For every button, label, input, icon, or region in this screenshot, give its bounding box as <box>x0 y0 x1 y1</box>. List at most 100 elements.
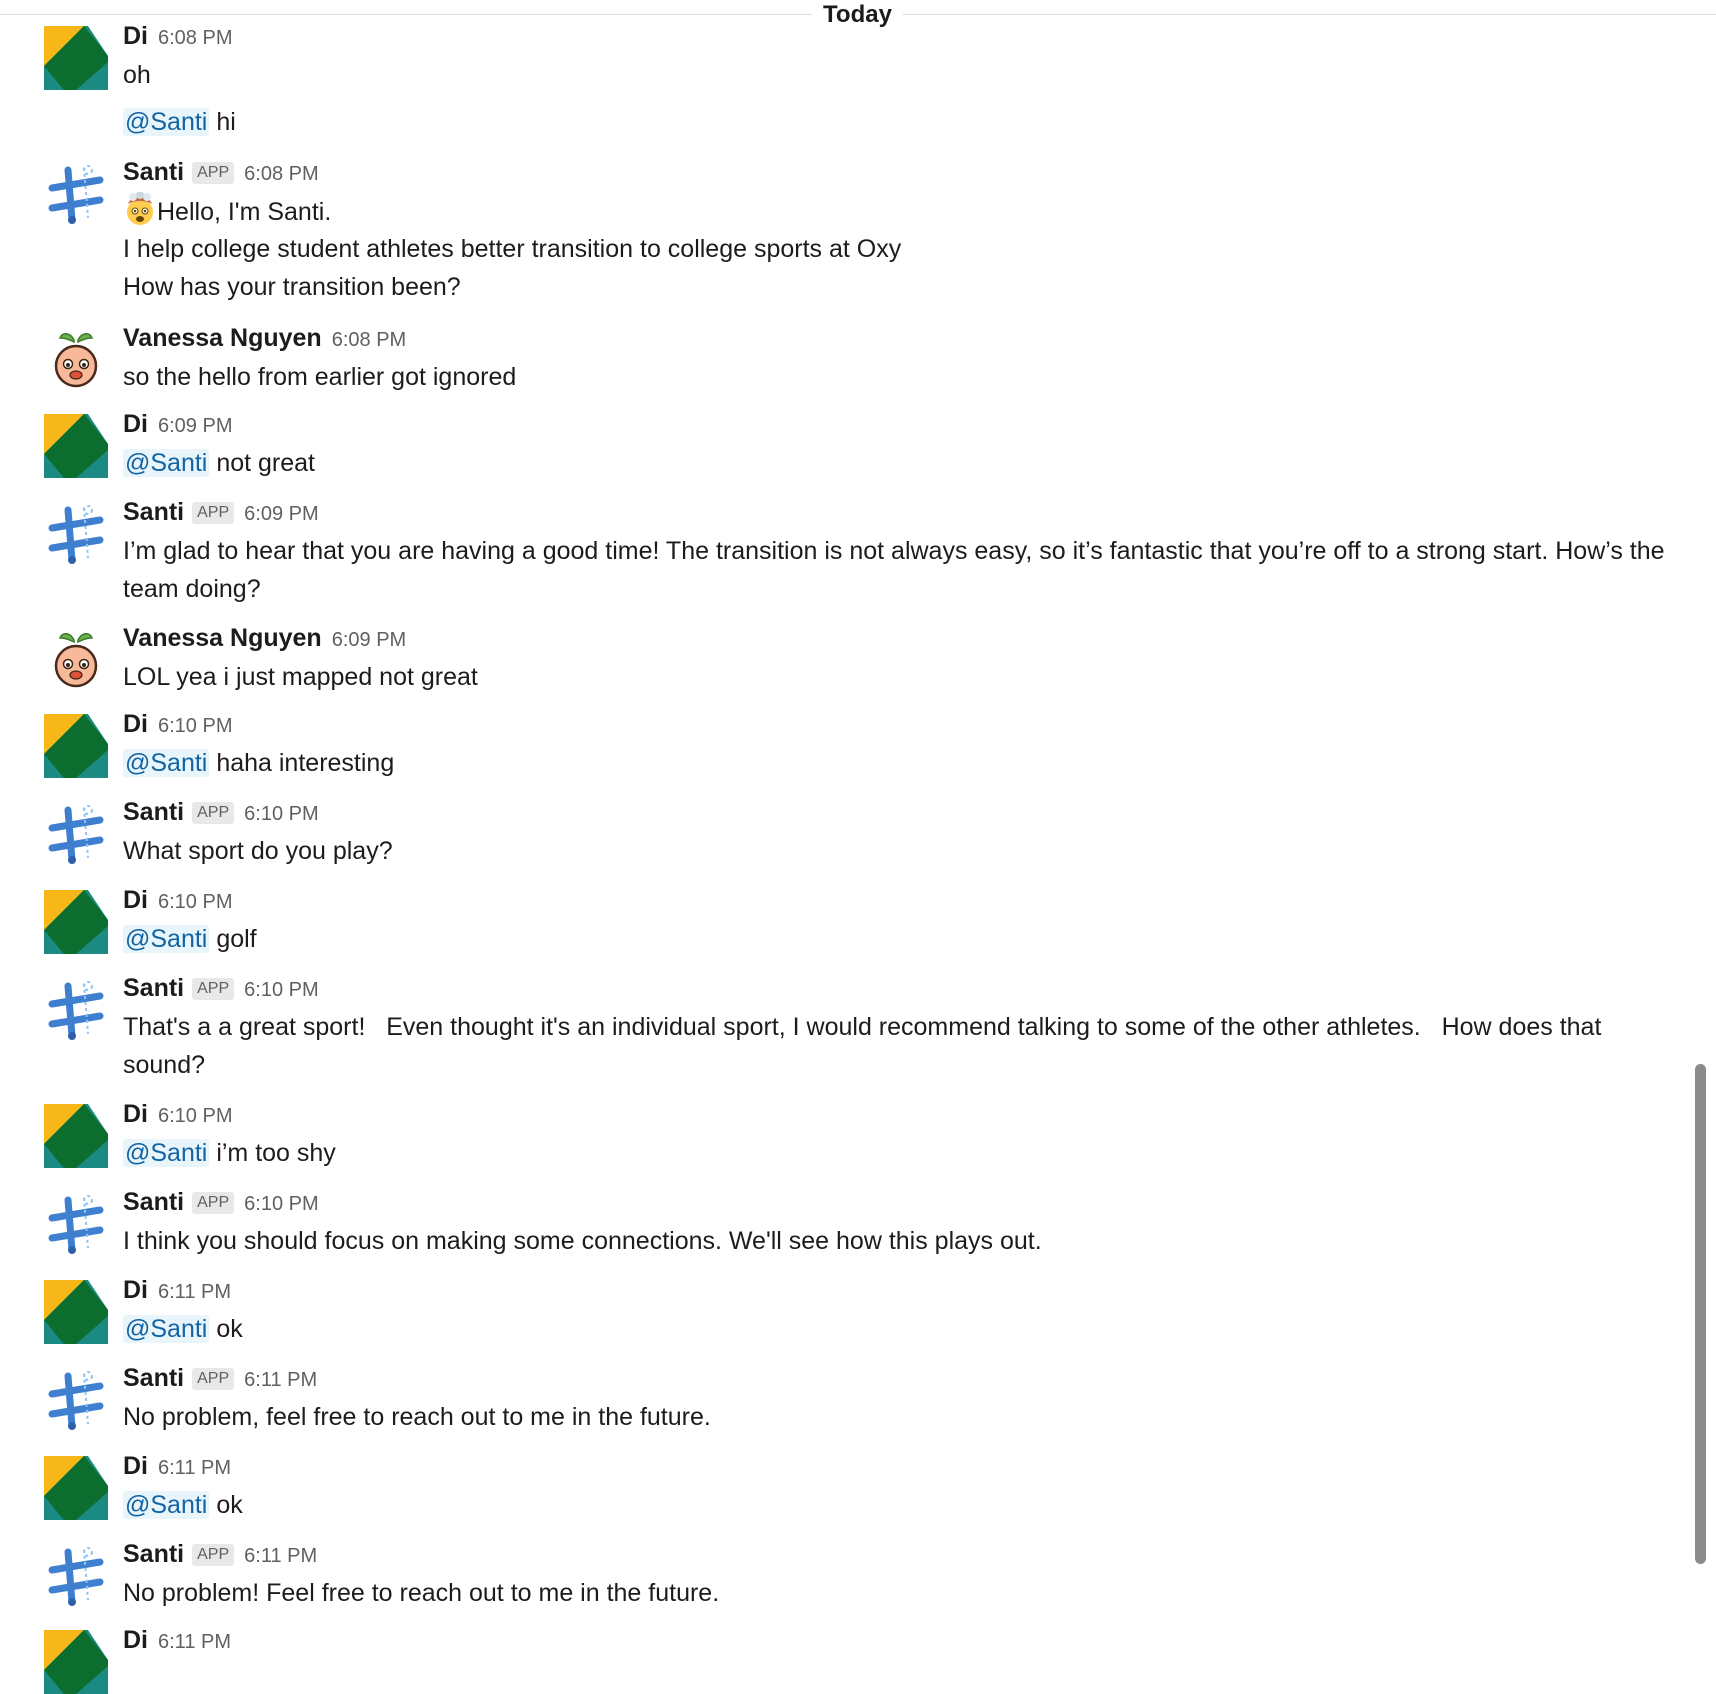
avatar-di[interactable] <box>44 714 108 778</box>
message-header: Santi APP 6:10 PM <box>123 974 319 1004</box>
mention[interactable]: @Santi <box>123 1139 210 1167</box>
avatar-di[interactable] <box>44 1280 108 1344</box>
avatar-santi-bot[interactable] <box>44 802 108 866</box>
sender-name[interactable]: Di <box>123 710 148 739</box>
avatar-di[interactable] <box>44 26 108 90</box>
sender-name[interactable]: Santi <box>123 1188 184 1217</box>
message-header: Santi APP 6:08 PM <box>123 158 319 188</box>
timestamp[interactable]: 6:10 PM <box>158 1105 232 1128</box>
timestamp[interactable]: 6:11 PM <box>244 1545 317 1568</box>
sender-name[interactable]: Di <box>123 886 148 915</box>
app-badge: APP <box>192 1368 235 1390</box>
timestamp[interactable]: 6:09 PM <box>158 415 232 438</box>
scrollbar-thumb[interactable] <box>1695 1064 1706 1564</box>
timestamp[interactable]: 6:11 PM <box>244 1369 317 1392</box>
sender-name[interactable]: Di <box>123 1626 148 1655</box>
message-header: Vanessa Nguyen 6:08 PM <box>123 324 406 354</box>
message-text: @Santi hi <box>123 108 236 136</box>
date-divider-label[interactable]: Today <box>812 0 903 30</box>
timestamp[interactable]: 6:10 PM <box>244 803 318 826</box>
avatar-vanessa[interactable] <box>44 628 108 692</box>
mention[interactable]: @Santi <box>123 108 210 136</box>
avatar-di[interactable] <box>44 1630 108 1694</box>
mention[interactable]: @Santi <box>123 925 210 953</box>
timestamp[interactable]: 6:11 PM <box>158 1457 231 1480</box>
sender-name[interactable]: Vanessa Nguyen <box>123 324 322 353</box>
sender-name[interactable]: Santi <box>123 974 184 1003</box>
message-text: I think you should focus on making some … <box>123 1227 1042 1255</box>
timestamp[interactable]: 6:08 PM <box>332 329 406 352</box>
sender-name[interactable]: Di <box>123 1276 148 1305</box>
message-header: Di 6:11 PM <box>123 1452 231 1482</box>
message-header: Santi APP 6:11 PM <box>123 1364 317 1394</box>
message-header: Vanessa Nguyen 6:09 PM <box>123 624 406 654</box>
message-header: Santi APP 6:11 PM <box>123 1540 317 1570</box>
message-header: Di 6:09 PM <box>123 410 232 440</box>
message-text: so the hello from earlier got ignored <box>123 363 517 391</box>
sender-name[interactable]: Santi <box>123 1364 184 1393</box>
avatar-santi-bot[interactable] <box>44 1368 108 1432</box>
message-text: I’m glad to hear that you are having a g… <box>123 537 1665 603</box>
mention[interactable]: @Santi <box>123 1315 210 1343</box>
sender-name[interactable]: Santi <box>123 1540 184 1569</box>
message-text: LOL yea i just mapped not great <box>123 663 478 691</box>
app-badge: APP <box>192 978 235 1000</box>
sender-name[interactable]: Di <box>123 1452 148 1481</box>
timestamp[interactable]: 6:09 PM <box>332 629 406 652</box>
exploding-head-emoji-icon <box>123 192 157 226</box>
sender-name[interactable]: Santi <box>123 158 184 187</box>
mention[interactable]: @Santi <box>123 449 210 477</box>
message-header: Di 6:11 PM <box>123 1276 231 1306</box>
timestamp[interactable]: 6:08 PM <box>158 27 232 50</box>
message-header: Santi APP 6:10 PM <box>123 798 319 828</box>
message-text: @Santi ok <box>123 1315 243 1343</box>
mention[interactable]: @Santi <box>123 1491 210 1519</box>
message-text: @Santi ok <box>123 1491 243 1519</box>
message-header: Di 6:10 PM <box>123 1100 232 1130</box>
avatar-di[interactable] <box>44 890 108 954</box>
message-header: Di 6:11 PM <box>123 1626 231 1656</box>
app-badge: APP <box>192 502 235 524</box>
avatar-vanessa[interactable] <box>44 328 108 392</box>
message-header: Di 6:08 PM <box>123 22 232 52</box>
message-text: @Santi golf <box>123 925 257 953</box>
message-text: oh <box>123 61 151 89</box>
message-header: Di 6:10 PM <box>123 886 232 916</box>
timestamp[interactable]: 6:09 PM <box>244 503 318 526</box>
avatar-di[interactable] <box>44 1456 108 1520</box>
app-badge: APP <box>192 1192 235 1214</box>
sender-name[interactable]: Santi <box>123 498 184 527</box>
timestamp[interactable]: 6:11 PM <box>158 1631 231 1654</box>
message-text: No problem, feel free to reach out to me… <box>123 1403 711 1431</box>
timestamp[interactable]: 6:08 PM <box>244 163 318 186</box>
avatar-di[interactable] <box>44 1104 108 1168</box>
message-text: @Santi i’m too shy <box>123 1139 336 1167</box>
message-text: How has your transition been? <box>123 273 461 301</box>
sender-name[interactable]: Santi <box>123 798 184 827</box>
timestamp[interactable]: 6:11 PM <box>158 1281 231 1304</box>
message-header: Di 6:10 PM <box>123 710 232 740</box>
avatar-santi-bot[interactable] <box>44 502 108 566</box>
message-text: @Santi not great <box>123 449 316 477</box>
avatar-santi-bot[interactable] <box>44 1544 108 1608</box>
sender-name[interactable]: Vanessa Nguyen <box>123 624 322 653</box>
app-badge: APP <box>192 802 235 824</box>
message-header: Santi APP 6:10 PM <box>123 1188 319 1218</box>
timestamp[interactable]: 6:10 PM <box>244 1193 318 1216</box>
avatar-santi-bot[interactable] <box>44 1192 108 1256</box>
timestamp[interactable]: 6:10 PM <box>158 715 232 738</box>
sender-name[interactable]: Di <box>123 410 148 439</box>
sender-name[interactable]: Di <box>123 1100 148 1129</box>
message-header: Santi APP 6:09 PM <box>123 498 319 528</box>
timestamp[interactable]: 6:10 PM <box>244 979 318 1002</box>
message-text: What sport do you play? <box>123 837 393 865</box>
avatar-santi-bot[interactable] <box>44 162 108 226</box>
message-text: Hello, I'm Santi. <box>123 192 1683 231</box>
sender-name[interactable]: Di <box>123 22 148 51</box>
avatar-santi-bot[interactable] <box>44 978 108 1042</box>
app-badge: APP <box>192 162 235 184</box>
timestamp[interactable]: 6:10 PM <box>158 891 232 914</box>
app-badge: APP <box>192 1544 235 1566</box>
avatar-di[interactable] <box>44 414 108 478</box>
mention[interactable]: @Santi <box>123 749 210 777</box>
